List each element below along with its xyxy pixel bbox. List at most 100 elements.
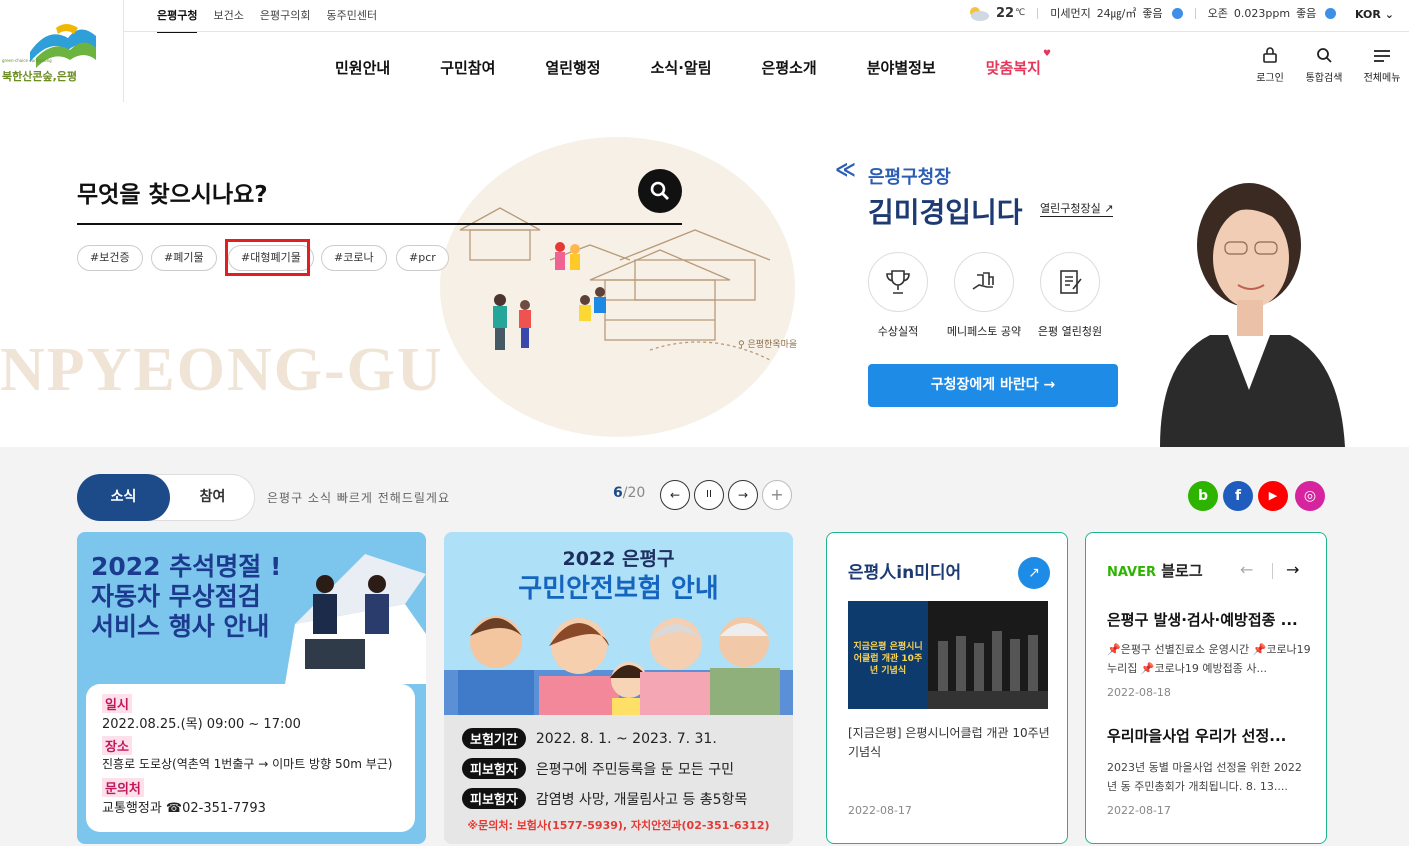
award-button[interactable] bbox=[868, 252, 928, 312]
nav-fields[interactable]: 분야별정보 bbox=[867, 57, 936, 78]
divider bbox=[1194, 7, 1196, 19]
card2-contact: ※문의처: 보험사(1577-5939), 자치안전과(02-351-6312) bbox=[467, 819, 770, 832]
site-logo[interactable]: green-choice eunpyeong 북한산콘숲,은평 bbox=[0, 0, 124, 102]
tag-pcr[interactable]: #pcr bbox=[396, 245, 449, 271]
media-card[interactable]: 은평人in미디어 ↗ 지금은평 은평시니어클럽 개관 10주년 기념식 [지금은… bbox=[826, 532, 1068, 844]
media-title: 은평人in미디어 bbox=[848, 563, 962, 583]
toplink-health[interactable]: 보건소 bbox=[213, 7, 243, 33]
all-menu-label: 전체메뉴 bbox=[1363, 73, 1401, 84]
blog-post-title[interactable]: 우리마을사업 우리가 선정... bbox=[1107, 725, 1312, 746]
mayor-name: 김미경입니다 bbox=[868, 196, 1023, 229]
all-menu-button[interactable]: 전체메뉴 bbox=[1361, 47, 1403, 84]
nav-news[interactable]: 소식·알림 bbox=[651, 57, 712, 78]
mayor-photo bbox=[1160, 183, 1345, 447]
ozone-label: 오존 bbox=[1207, 7, 1228, 20]
prev-slide-button[interactable]: ← bbox=[660, 480, 690, 510]
tag-corona[interactable]: #코로나 bbox=[321, 245, 387, 271]
hero-watermark: NPYEONG-GU bbox=[0, 336, 444, 404]
nav-civil[interactable]: 민원안내 bbox=[335, 57, 390, 78]
nav-participation[interactable]: 구민참여 bbox=[440, 57, 495, 78]
weather-temp: 22 bbox=[996, 5, 1015, 21]
tab-participation[interactable]: 참여 bbox=[170, 474, 255, 521]
card2-key: 피보험자 bbox=[462, 758, 526, 779]
card2-value: 감염병 사망, 개물림사고 등 총5항목 bbox=[535, 791, 748, 808]
pager-total: /20 bbox=[622, 485, 646, 501]
manifesto-label: 메니페스토 공약 bbox=[946, 325, 1022, 338]
manifesto-button[interactable] bbox=[954, 252, 1014, 312]
card1-value: 교통행정과 ☎02-351-7793 bbox=[102, 801, 266, 816]
pause-button[interactable]: II bbox=[694, 480, 724, 510]
petition-icon bbox=[1060, 270, 1082, 294]
search-title[interactable]: 무엇을 찾으시나요? bbox=[77, 175, 268, 209]
ozone-value: 0.023ppm bbox=[1233, 6, 1291, 20]
search-underline bbox=[77, 223, 682, 225]
mayor-wish-button[interactable]: 구청장에게 바란다 → bbox=[868, 364, 1118, 407]
nav-welfare[interactable]: 맞춤복지 bbox=[986, 57, 1041, 78]
hanok-village-illustration bbox=[459, 207, 771, 361]
top-divider bbox=[124, 31, 1409, 32]
card1-row-contact: 문의처 교통행정과 ☎02-351-7793 bbox=[102, 778, 266, 816]
facebook-link[interactable]: f bbox=[1223, 481, 1253, 511]
divider bbox=[1037, 7, 1039, 19]
family-illustration bbox=[444, 616, 793, 718]
logo-subtext: green-choice eunpyeong bbox=[2, 58, 52, 63]
card1-value: 진흥로 도로상(역촌역 1번출구 → 이마트 방향 50m 부근) bbox=[102, 757, 393, 771]
login-label: 로그인 bbox=[1256, 73, 1284, 84]
trophy-icon bbox=[886, 270, 910, 294]
nav-open-admin[interactable]: 열린행정 bbox=[545, 57, 600, 78]
search-label: 통합검색 bbox=[1305, 73, 1343, 84]
tab-news[interactable]: 소식 bbox=[77, 474, 170, 521]
card2-value: 은평구에 주민등록을 둔 모든 구민 bbox=[535, 761, 734, 778]
search-submit-button[interactable] bbox=[638, 169, 682, 213]
media-caption[interactable]: [지금은평] 은평시니어클럽 개관 10주년 기념식 bbox=[848, 724, 1053, 762]
more-button[interactable]: + bbox=[762, 480, 792, 510]
location-pin-icon: ⚲ bbox=[738, 340, 745, 350]
blog-card: NAVER 블로그 ← → 은평구 발생·검사·예방접종 ... 📌은평구 선별… bbox=[1085, 532, 1327, 844]
blog-post-desc: 📌은평구 선별진료소 운영시간 📌코로나19 누리집 📌코로나19 예방접종 사… bbox=[1107, 643, 1311, 675]
naver-blog-link[interactable]: b bbox=[1188, 481, 1218, 511]
card2-row-coverage: 피보험자 감염병 사망, 개물림사고 등 총5항목 bbox=[462, 788, 747, 809]
petition-button[interactable] bbox=[1040, 252, 1100, 312]
blog-post-desc: 2023년 동별 마을사업 선정을 위한 2022년 동 주민총회가 개최됩니다… bbox=[1107, 761, 1302, 793]
mayor-label: 은평구청장 bbox=[868, 167, 951, 188]
divider bbox=[1272, 563, 1273, 579]
car-service-illustration bbox=[285, 554, 426, 684]
menu-icon bbox=[1361, 47, 1403, 69]
tag-health-cert[interactable]: #보건증 bbox=[77, 245, 143, 271]
mayor-room-link[interactable]: 열린구청장실 ↗ bbox=[1040, 200, 1114, 217]
toplink-community[interactable]: 동주민센터 bbox=[326, 7, 377, 33]
next-slide-button[interactable]: → bbox=[728, 480, 758, 510]
card1-row-place: 장소 진흥로 도로상(역촌역 1번출구 → 이마트 방향 50m 부근) bbox=[102, 736, 392, 772]
news-card-car-check[interactable]: 2022 추석명절 ! 자동차 무상점검 서비스 행사 안내 일시 2022.08… bbox=[77, 532, 426, 844]
blog-post-date: 2022-08-17 bbox=[1107, 804, 1171, 817]
hand-icon bbox=[972, 272, 994, 290]
cloud-sun-icon bbox=[970, 7, 989, 21]
dust-label: 미세먼지 bbox=[1050, 7, 1091, 20]
double-chevron-icon: ≪ bbox=[835, 157, 856, 181]
heart-icon: ♥ bbox=[1043, 49, 1052, 59]
next-post-button[interactable]: → bbox=[1286, 560, 1299, 579]
card1-key: 일시 bbox=[102, 694, 132, 713]
youtube-link[interactable]: ▶ bbox=[1258, 481, 1288, 511]
news-card-safety-insurance[interactable]: 2022 은평구 구민안전보험 안내 보험기간 2022. 8. 1. ~ 202… bbox=[444, 532, 793, 844]
logo-text: 북한산콘숲,은평 bbox=[2, 70, 78, 83]
external-link-button[interactable]: ↗ bbox=[1018, 557, 1050, 589]
media-thumbnail-text: 지금은평 은평시니어클럽 개관 10주년 기념식 bbox=[853, 642, 923, 676]
media-thumbnail[interactable]: 지금은평 은평시니어클럽 개관 10주년 기념식 bbox=[848, 601, 1048, 709]
ozone-status: 좋음 bbox=[1296, 7, 1317, 20]
tag-highlight-box bbox=[225, 239, 310, 276]
login-button[interactable]: 로그인 bbox=[1252, 47, 1288, 84]
nav-about[interactable]: 은평소개 bbox=[762, 57, 817, 78]
tag-waste[interactable]: #폐기물 bbox=[151, 245, 217, 271]
toplink-guchung[interactable]: 은평구청 bbox=[157, 7, 198, 33]
search-button[interactable]: 통합검색 bbox=[1303, 47, 1345, 84]
instagram-link[interactable]: ◎ bbox=[1295, 481, 1325, 511]
language-select[interactable]: KOR ⌄ bbox=[1355, 8, 1394, 21]
pager-current: 6 bbox=[613, 485, 623, 501]
blog-post-title[interactable]: 은평구 발생·검사·예방접종 ... bbox=[1107, 609, 1312, 630]
prev-post-button[interactable]: ← bbox=[1240, 560, 1253, 579]
blog-header: NAVER 블로그 bbox=[1107, 560, 1203, 581]
toplink-council[interactable]: 은평구의회 bbox=[260, 7, 311, 33]
stage-photo bbox=[928, 601, 1048, 709]
petition-label: 은평 열린청원 bbox=[1037, 325, 1103, 338]
